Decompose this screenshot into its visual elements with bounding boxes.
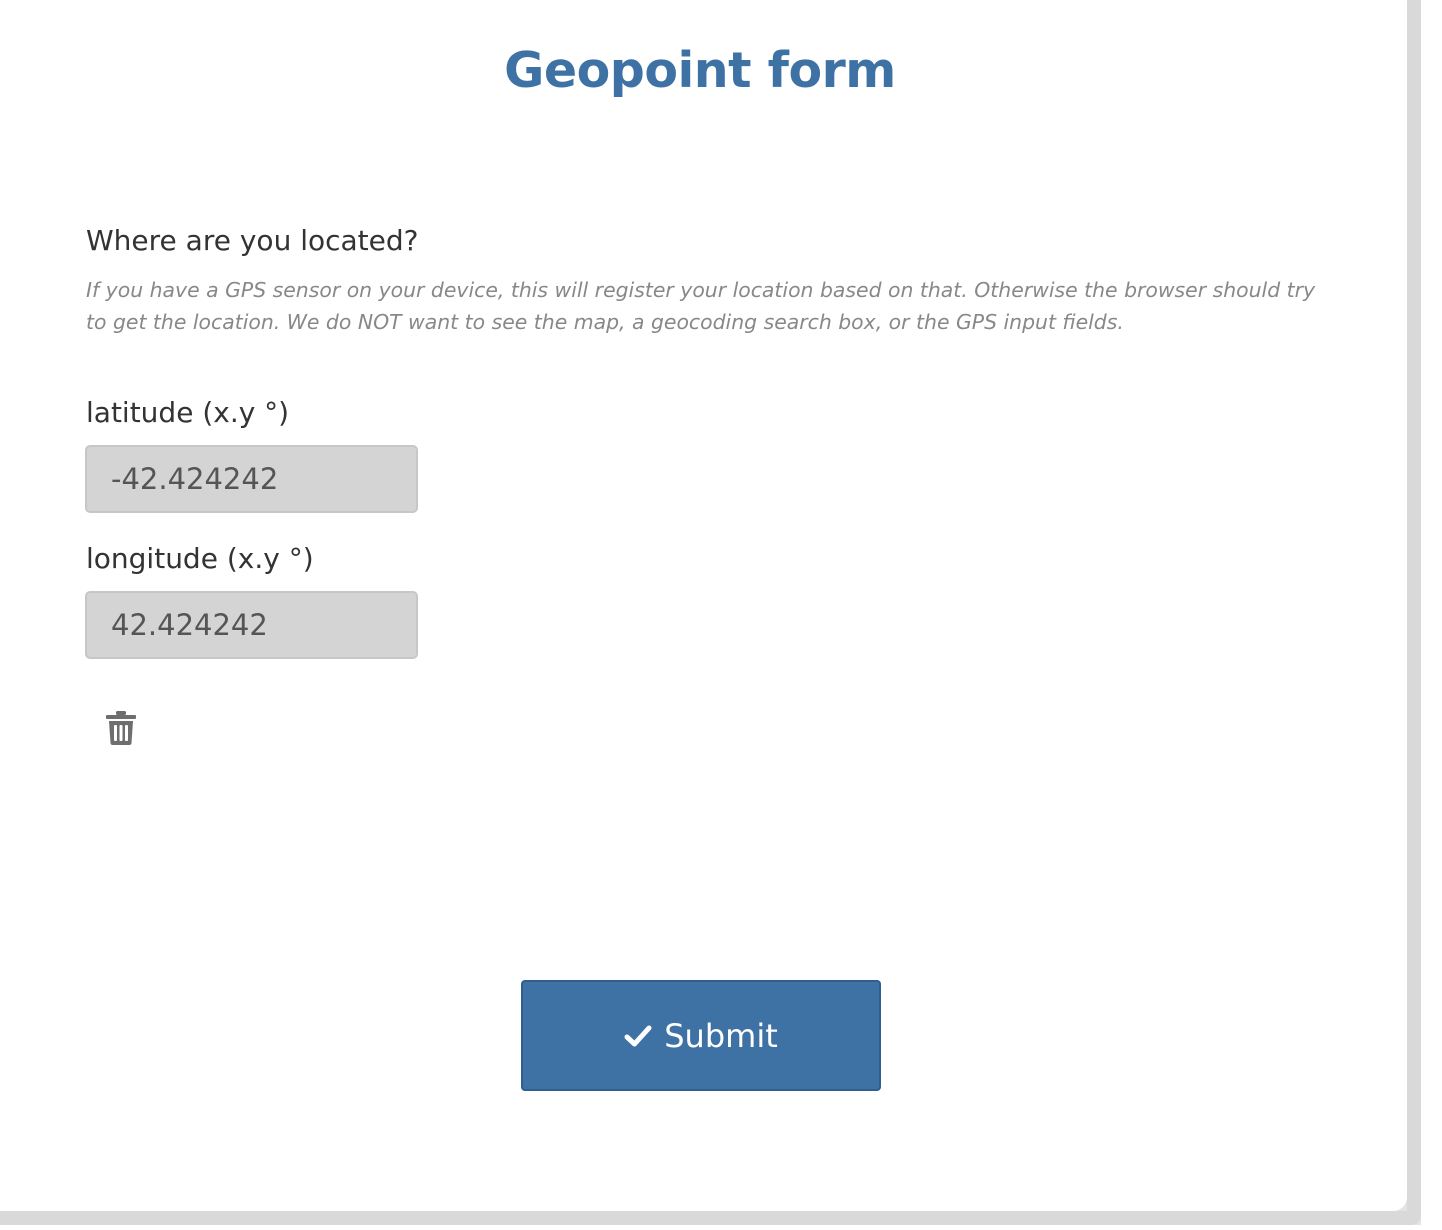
- longitude-label: longitude (x.y °): [86, 542, 314, 575]
- latitude-label: latitude (x.y °): [86, 396, 290, 429]
- question-hint: If you have a GPS sensor on your device,…: [86, 278, 1316, 334]
- longitude-input[interactable]: [85, 591, 418, 659]
- page-shadow-bottom: [0, 1211, 1421, 1225]
- page-shadow-right: [1407, 0, 1421, 1225]
- delete-location-button[interactable]: [104, 710, 138, 746]
- latitude-input[interactable]: [85, 445, 418, 513]
- submit-button[interactable]: Submit: [521, 980, 881, 1091]
- outer-margin-right: [1421, 0, 1442, 1230]
- outer-margin-bottom: [0, 1225, 1442, 1230]
- trash-icon: [106, 711, 136, 745]
- form-title: Geopoint form: [504, 42, 896, 99]
- question-label: Where are you located?: [86, 224, 419, 257]
- checkmark-icon: [624, 1025, 652, 1046]
- form-page: Geopoint form Where are you located? If …: [0, 0, 1407, 1211]
- submit-label: Submit: [664, 1016, 778, 1055]
